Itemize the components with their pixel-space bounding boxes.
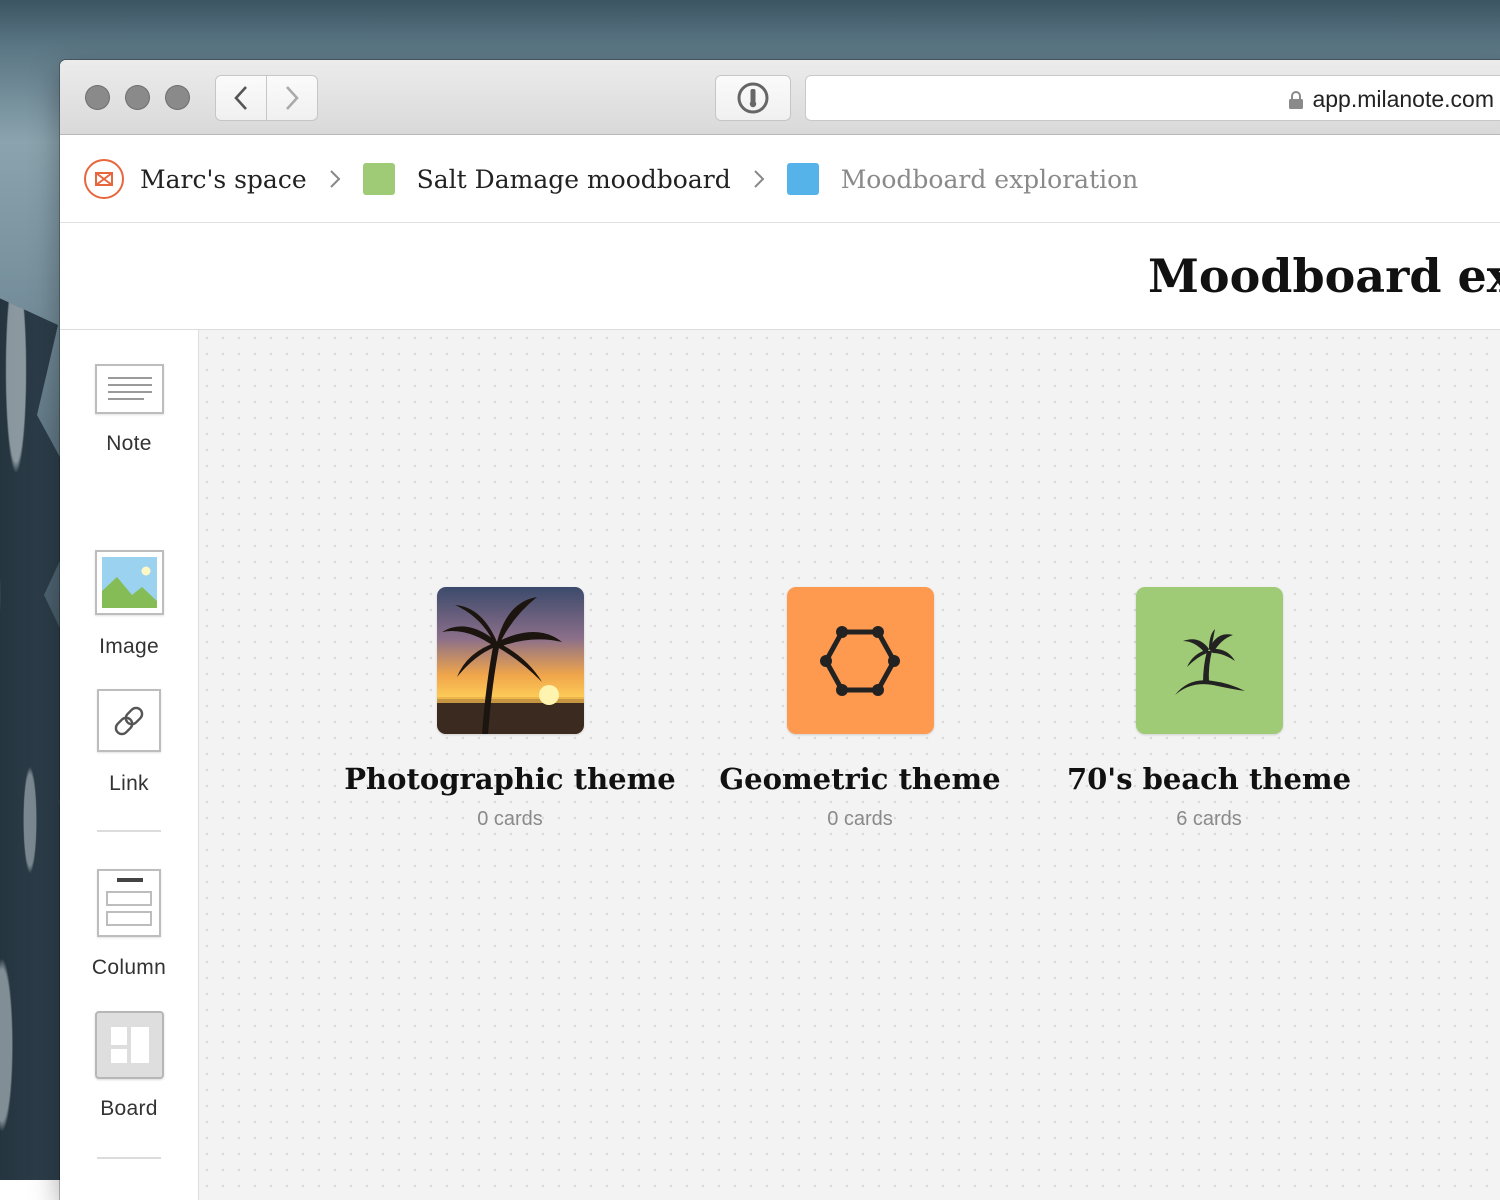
tool-board-label: Board [100,1097,158,1120]
url-text: app.milanote.com [1312,86,1494,112]
card-title: Geometric theme [719,762,1001,796]
breadcrumb-item-moodboard-exploration: Moodboard exploration [840,164,1139,194]
tool-column-label: Column [91,956,167,979]
navigation-buttons [215,75,318,121]
tool-note[interactable]: Note [60,364,198,456]
address-bar[interactable]: app.milanote.com [805,75,1500,121]
title-bar: app.milanote.com [60,60,1500,135]
column-icon [97,869,161,937]
image-icon [94,550,164,615]
note-icon [94,364,164,414]
board-icon [94,1011,164,1079]
tool-board[interactable]: Board [60,1011,198,1121]
tool-arrow[interactable] [60,1192,198,1200]
card-count: 6 cards [1176,808,1242,830]
sidebar-divider [97,830,161,832]
breadcrumb: Marc's space Salt Damage moodboard Moodb… [60,136,1500,223]
tool-sidebar: Note Image Link Column Board [60,330,199,1200]
card-count: 0 cards [477,808,543,830]
tool-link[interactable]: Link [60,689,198,796]
password-manager-button[interactable] [715,75,791,121]
close-window-button[interactable] [85,85,110,110]
sidebar-divider [97,1157,161,1159]
board-title[interactable]: Moodboard exploration [1148,249,1500,303]
board-card-geometric-theme[interactable]: Geometric theme 0 cards [690,587,1030,831]
hexagon-icon [786,587,934,734]
chevron-left-icon [234,86,247,110]
back-button[interactable] [215,75,267,121]
board-color-swatch-blue [786,163,819,195]
board-title-bar: Moodboard exploration [60,223,1500,330]
link-icon [97,689,161,752]
lock-icon [1289,90,1304,109]
palm-island-icon [1135,587,1283,734]
board-canvas[interactable]: Photographic theme 0 cards Geometric the… [199,330,1500,1200]
zoom-window-button[interactable] [165,85,190,110]
keyhole-icon [737,82,769,114]
card-count: 0 cards [827,808,893,830]
tool-image-label: Image [99,635,159,658]
tool-link-label: Link [109,772,149,795]
breadcrumb-separator-icon [753,168,765,190]
card-title: Photographic theme [344,762,676,796]
tool-note-label: Note [106,432,152,455]
tool-column[interactable]: Column [60,869,198,980]
breadcrumb-item-marcs-space[interactable]: Marc's space [140,165,307,194]
breadcrumb-separator-icon [329,168,341,190]
palm-sunset-photo [436,587,584,734]
url-display: app.milanote.com [1288,86,1494,113]
board-card-photographic-theme[interactable]: Photographic theme 0 cards [340,587,680,831]
milanote-logo-icon[interactable] [84,159,124,199]
tool-image[interactable]: Image [60,550,198,659]
forward-button[interactable] [267,75,318,121]
browser-window: app.milanote.com Marc's space Salt Damag… [60,60,1500,1200]
chevron-right-icon [286,86,299,110]
card-title: 70's beach theme [1066,762,1352,796]
breadcrumb-item-salt-damage-moodboard[interactable]: Salt Damage moodboard [417,165,731,194]
minimize-window-button[interactable] [125,85,150,110]
board-color-swatch-green [362,163,395,195]
arrow-icon [99,1192,159,1200]
board-card-70s-beach-theme[interactable]: 70's beach theme 6 cards [1039,587,1379,831]
